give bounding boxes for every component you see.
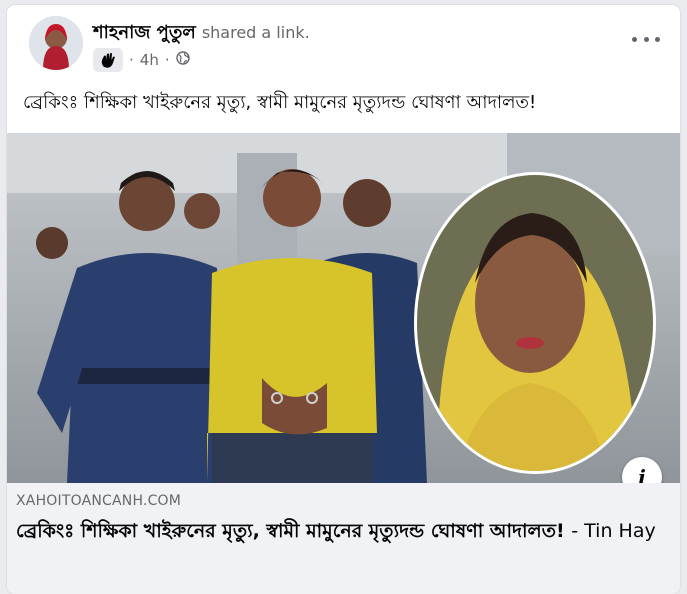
post-card: শাহনাজ পুতুল shared a link. · 4h · ব্রেকি… <box>7 5 680 594</box>
post-text: ব্রেকিংঃ শিক্ষিকা খাইরুনের মৃত্যু, স্বাম… <box>23 92 537 113</box>
author-avatar[interactable] <box>29 16 83 70</box>
post-time[interactable]: 4h <box>140 51 159 69</box>
globe-icon[interactable] <box>175 51 190 69</box>
author-line: শাহনাজ পুতুল shared a link. <box>93 18 310 43</box>
link-site-suffix: - Tin Hay <box>571 520 656 542</box>
avatar-image <box>29 16 83 70</box>
author-name[interactable]: শাহনাজ পুতুল <box>93 22 196 43</box>
link-title[interactable]: ব্রেকিংঃ শিক্ষিকা খাইরুনের মৃত্যু, স্বাম… <box>16 517 656 545</box>
news-photo <box>7 133 680 483</box>
link-preview-image[interactable] <box>7 133 680 483</box>
more-horizontal-icon[interactable] <box>632 31 660 47</box>
link-title-text: ব্রেকিংঃ শিক্ষিকা খাইরুনের মৃত্যু, স্বাম… <box>16 520 565 542</box>
post-meta: · 4h · <box>93 47 190 73</box>
meta-separator: · <box>164 51 170 69</box>
link-footer[interactable]: XAHOITOANCANH.COM ব্রেকিংঃ শিক্ষিকা খাইর… <box>7 483 680 594</box>
waving-hand-icon[interactable] <box>93 48 123 72</box>
meta-separator: · <box>129 51 134 69</box>
link-domain: XAHOITOANCANH.COM <box>16 493 182 509</box>
share-action-text: shared a link. <box>201 23 310 42</box>
